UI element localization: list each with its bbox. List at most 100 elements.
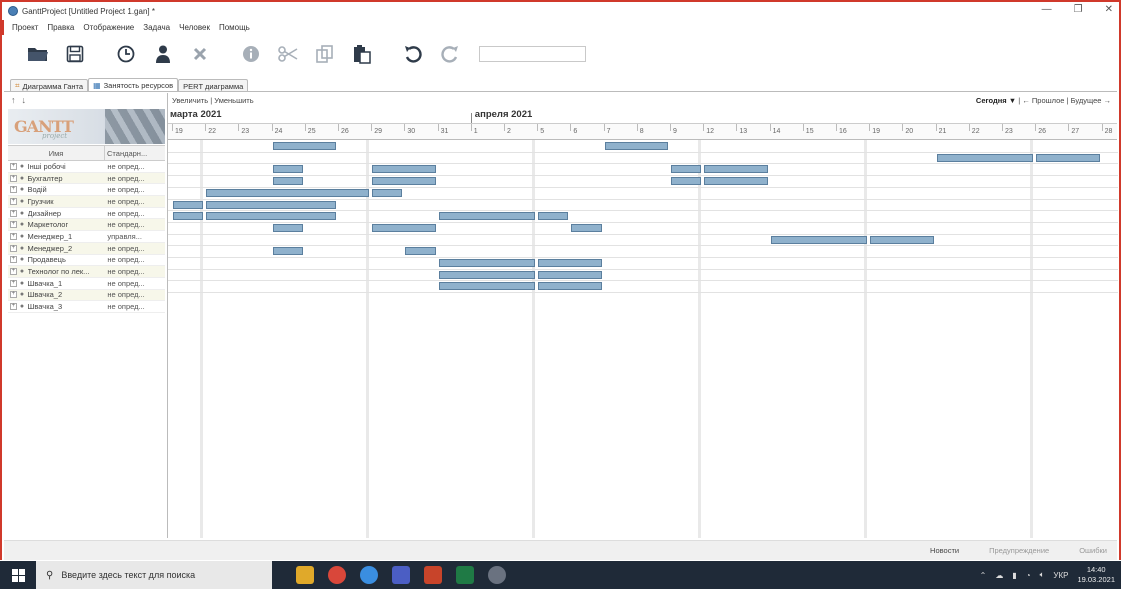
assignment-bar[interactable] — [206, 200, 336, 209]
save-icon[interactable] — [63, 42, 87, 66]
expand-icon[interactable]: + — [10, 186, 17, 194]
expand-icon[interactable]: + — [10, 291, 17, 299]
arrow-down-icon[interactable]: ↓ — [22, 95, 27, 105]
folder-open-icon[interactable] — [26, 42, 50, 66]
news-link[interactable]: Новости — [930, 546, 959, 555]
maximize-button[interactable]: ❐ — [1074, 4, 1083, 15]
resource-row[interactable]: + ● Швачка_3 не опред... — [8, 301, 165, 313]
assignment-bar[interactable] — [372, 188, 403, 197]
chevron-up-icon[interactable]: ⌃ — [980, 571, 987, 580]
excel-icon[interactable] — [456, 566, 474, 584]
expand-icon[interactable]: + — [10, 256, 17, 264]
errors-link[interactable]: Ошибки — [1079, 546, 1107, 555]
ganttproject-icon[interactable] — [488, 566, 506, 584]
assignment-bar[interactable] — [173, 212, 204, 221]
assignment-bar[interactable] — [438, 282, 536, 291]
assignment-bar[interactable] — [604, 142, 668, 150]
future-button[interactable]: Будущее → — [1071, 96, 1111, 105]
assignment-bar[interactable] — [538, 270, 602, 279]
assignment-bar[interactable] — [272, 142, 336, 150]
expand-icon[interactable]: + — [10, 197, 17, 205]
delete-icon[interactable] — [188, 42, 212, 66]
assignment-bar[interactable] — [704, 177, 768, 186]
assignment-bar[interactable] — [372, 223, 436, 232]
assignment-bar[interactable] — [671, 177, 702, 186]
redo-icon[interactable] — [438, 42, 462, 66]
arrow-up-icon[interactable]: ↑ — [11, 95, 16, 105]
windows-start-icon[interactable] — [0, 561, 36, 589]
person-icon[interactable] — [151, 42, 175, 66]
menu-task[interactable]: Задача — [143, 23, 170, 32]
expand-icon[interactable]: + — [10, 174, 17, 182]
menu-edit[interactable]: Правка — [47, 23, 74, 32]
past-button[interactable]: | ← Прошлое | — [1018, 96, 1068, 105]
expand-icon[interactable]: + — [10, 303, 17, 311]
assignment-bar[interactable] — [438, 212, 536, 221]
expand-icon[interactable]: + — [10, 162, 17, 170]
toolbar-search-input[interactable] — [479, 46, 586, 62]
minimize-button[interactable]: — — [1042, 4, 1052, 15]
expand-icon[interactable]: + — [10, 268, 17, 276]
assignment-bar[interactable] — [206, 212, 336, 221]
today-button[interactable]: Сегодня ▼ — [976, 96, 1016, 105]
assignment-bar[interactable] — [870, 235, 934, 244]
menu-view[interactable]: Отображение — [83, 23, 134, 32]
menu-help[interactable]: Помощь — [219, 23, 250, 32]
resource-row[interactable]: + ● Інші робочі не опред... — [8, 161, 165, 173]
battery-icon[interactable]: ▮ — [1012, 571, 1016, 580]
expand-icon[interactable]: + — [10, 279, 17, 287]
copy-icon[interactable] — [313, 42, 337, 66]
zoom-controls[interactable]: Увеличить | Уменьшить — [172, 96, 254, 105]
assignment-bar[interactable] — [1036, 153, 1100, 162]
assignment-bar[interactable] — [272, 177, 303, 186]
assignment-bar[interactable] — [770, 235, 868, 244]
close-button[interactable]: ✕ — [1105, 4, 1113, 15]
paste-icon[interactable] — [350, 42, 374, 66]
undo-icon[interactable] — [401, 42, 425, 66]
column-role[interactable]: Стандарн... — [105, 146, 165, 160]
resource-row[interactable]: + ● Маркетолог не опред... — [8, 219, 165, 232]
powerpoint-icon[interactable] — [424, 566, 442, 584]
resource-row[interactable]: + ● Дизайнер не опред... — [8, 208, 165, 220]
resource-row[interactable]: + ● Швачка_1 не опред... — [8, 278, 165, 290]
assignment-bar[interactable] — [538, 259, 602, 267]
assignment-bar[interactable] — [272, 247, 303, 256]
menu-project[interactable]: Проект — [12, 23, 38, 32]
assignment-bar[interactable] — [272, 223, 303, 232]
chrome-icon[interactable] — [328, 566, 346, 584]
clock[interactable]: 14:40 19.03.2021 — [1077, 565, 1115, 585]
cloud-icon[interactable]: ☁ — [995, 571, 1003, 580]
menu-resource[interactable]: Человек — [179, 23, 210, 32]
resource-row[interactable]: + ● Менеджер_1 управля... — [8, 231, 165, 243]
resource-row[interactable]: + ● Грузчик не опред... — [8, 196, 165, 208]
cut-icon[interactable] — [276, 42, 300, 66]
clock-icon[interactable] — [114, 42, 138, 66]
file-explorer-icon[interactable] — [296, 566, 314, 584]
volume-icon[interactable]: 🔈︎ — [1040, 570, 1045, 580]
expand-icon[interactable]: + — [10, 232, 17, 240]
resource-row[interactable]: + ● Водій не опред... — [8, 184, 165, 197]
tab-resource-load[interactable]: ▦ Занятость ресурсов — [88, 78, 179, 92]
info-icon[interactable] — [239, 42, 263, 66]
resource-row[interactable]: + ● Продавець не опред... — [8, 255, 165, 267]
wifi-icon[interactable]: ◔ — [1026, 571, 1031, 580]
resource-row[interactable]: + ● Менеджер_2 не опред... — [8, 242, 165, 255]
assignment-bar[interactable] — [206, 188, 370, 197]
assignment-bar[interactable] — [372, 165, 436, 174]
assignment-bar[interactable] — [372, 177, 436, 186]
assignment-bar[interactable] — [538, 212, 569, 221]
assignment-bar[interactable] — [173, 200, 204, 209]
assignment-bar[interactable] — [704, 165, 768, 174]
expand-icon[interactable]: + — [10, 244, 17, 252]
column-name[interactable]: Имя — [8, 146, 105, 160]
resource-row[interactable]: + ● Бухгалтер не опред... — [8, 172, 165, 185]
expand-icon[interactable]: + — [10, 209, 17, 217]
assignment-bar[interactable] — [438, 270, 536, 279]
assignment-bar[interactable] — [671, 165, 702, 174]
expand-icon[interactable]: + — [10, 221, 17, 229]
keyboard-language[interactable]: УКР — [1053, 571, 1068, 580]
assignment-bar[interactable] — [936, 153, 1034, 162]
resource-row[interactable]: + ● Технолог по лек... не опред... — [8, 266, 165, 278]
teams-icon[interactable] — [392, 566, 410, 584]
resource-row[interactable]: + ● Швачка_2 не опред... — [8, 289, 165, 302]
